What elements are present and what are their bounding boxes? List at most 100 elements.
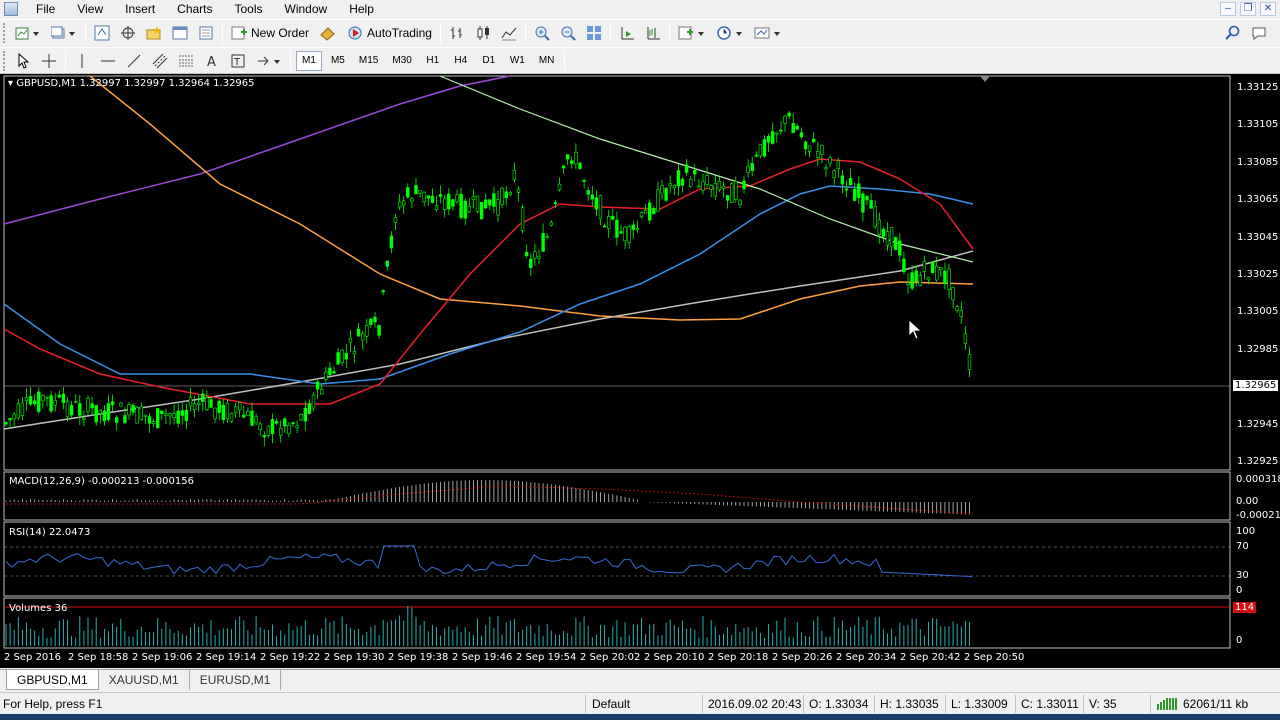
candle-body (766, 135, 771, 143)
candle-body (811, 138, 816, 143)
metaeditor-button[interactable] (316, 22, 340, 44)
fibonacci-button[interactable] (175, 50, 197, 72)
candle-body (414, 185, 418, 195)
app-icon[interactable] (4, 2, 18, 16)
candle-body (684, 164, 689, 173)
menu-view[interactable]: View (65, 0, 113, 18)
candle-body (627, 226, 631, 243)
data-window-button[interactable] (117, 22, 139, 44)
chart-shift-button[interactable] (642, 22, 664, 44)
menu-file[interactable]: File (24, 0, 65, 18)
menu-insert[interactable]: Insert (113, 0, 165, 18)
candlestick-button[interactable] (472, 22, 494, 44)
timeframe-d1[interactable]: D1 (477, 50, 501, 72)
minimize-icon[interactable]: – (1220, 2, 1236, 16)
candle-body (377, 325, 381, 336)
search-button[interactable] (1222, 22, 1244, 44)
tab-gbpusd-m1[interactable]: GBPUSD,M1 (6, 670, 99, 690)
indicators-button[interactable] (675, 22, 709, 44)
candle-body (205, 397, 209, 410)
candle-body (410, 198, 414, 202)
market-watch-button[interactable] (91, 22, 113, 44)
menu-window[interactable]: Window (273, 0, 338, 18)
candle-body (233, 406, 238, 413)
horizontal-line-button[interactable] (97, 50, 119, 72)
candle-body (656, 189, 660, 212)
arrows-icon (258, 56, 280, 65)
candle-body (471, 196, 476, 200)
arrows-button[interactable] (253, 50, 285, 72)
rsi-scale-0: 0 (1236, 585, 1243, 596)
candle-body (578, 162, 582, 169)
candle-body (90, 403, 94, 409)
timeframe-m30[interactable]: M30 (387, 50, 416, 72)
zoom-out-button[interactable] (557, 22, 579, 44)
indicators-icon (678, 26, 704, 40)
price-chart[interactable] (0, 74, 1280, 668)
status-close: C: 1.33011 (1021, 697, 1079, 711)
timeframe-mn[interactable]: MN (534, 50, 560, 72)
tab-eurusd-m1[interactable]: EURUSD,M1 (190, 670, 282, 690)
timeframe-m15[interactable]: M15 (354, 50, 383, 72)
tile-windows-icon (586, 26, 601, 40)
auto-scroll-button[interactable] (616, 22, 638, 44)
tile-windows-button[interactable] (583, 22, 605, 44)
crosshair-tool-button[interactable] (38, 50, 60, 72)
tab-xauusd-m1[interactable]: XAUUSD,M1 (99, 670, 190, 690)
candle-body (483, 199, 488, 209)
close-icon[interactable]: ✕ (1260, 2, 1276, 16)
profiles-button[interactable] (48, 22, 80, 44)
candle-body (488, 199, 492, 206)
text-label-button[interactable]: T (227, 50, 249, 72)
line-chart-button[interactable] (498, 22, 520, 44)
candle-body (816, 151, 820, 158)
zoom-in-button[interactable] (531, 22, 553, 44)
new-chart-button[interactable] (12, 22, 44, 44)
candle-body (332, 371, 336, 374)
chart-window[interactable]: ▾ GBPUSD,M1 1.32997 1.32997 1.32964 1.32… (0, 74, 1280, 668)
candle-body (147, 416, 152, 424)
menu-tools[interactable]: Tools (223, 0, 273, 18)
bar-chart-button[interactable] (446, 22, 468, 44)
menu-charts[interactable]: Charts (165, 0, 222, 18)
new-order-button[interactable]: New Order (228, 22, 312, 44)
candle-body (959, 310, 964, 318)
templates-icon (754, 27, 780, 39)
metaeditor-icon (320, 27, 335, 41)
toolbar-grip[interactable] (3, 23, 7, 43)
trendline-button[interactable] (123, 50, 145, 72)
timeframe-w1[interactable]: W1 (505, 50, 530, 72)
time-label: 2 Sep 19:38 (388, 652, 449, 663)
text-tool-icon: A (207, 55, 216, 69)
text-button[interactable]: A (201, 50, 223, 72)
vertical-line-button[interactable] (71, 50, 93, 72)
candle-body (529, 258, 533, 268)
candle-body (508, 192, 512, 195)
autotrading-button[interactable]: AutoTrading (344, 22, 435, 44)
menu-help[interactable]: Help (337, 0, 384, 18)
candle-body (299, 414, 303, 421)
timeframe-h1[interactable]: H1 (421, 50, 445, 72)
templates-button[interactable] (751, 22, 785, 44)
navigator-button[interactable] (143, 22, 165, 44)
rsi-scale-30: 30 (1236, 570, 1249, 581)
candle-body (151, 421, 156, 424)
candle-body (455, 194, 459, 203)
channel-button[interactable] (149, 50, 171, 72)
crosshair-tool-icon (42, 53, 56, 68)
terminal-button[interactable] (169, 22, 191, 44)
timeframe-h4[interactable]: H4 (449, 50, 473, 72)
periods-button[interactable] (713, 22, 747, 44)
candle-body (705, 175, 709, 185)
chat-button[interactable] (1248, 22, 1272, 44)
timeframe-m5[interactable]: M5 (326, 50, 350, 72)
toolbar-grip[interactable] (3, 50, 7, 71)
cursor-button[interactable] (12, 50, 34, 72)
candle-body (242, 414, 246, 418)
candle-body (885, 231, 890, 246)
strategy-tester-button[interactable] (195, 22, 217, 44)
status-low: L: 1.33009 (951, 697, 1008, 711)
restore-icon[interactable]: ❐ (1240, 2, 1256, 16)
candle-body (549, 222, 554, 226)
timeframe-m1[interactable]: M1 (296, 50, 322, 71)
